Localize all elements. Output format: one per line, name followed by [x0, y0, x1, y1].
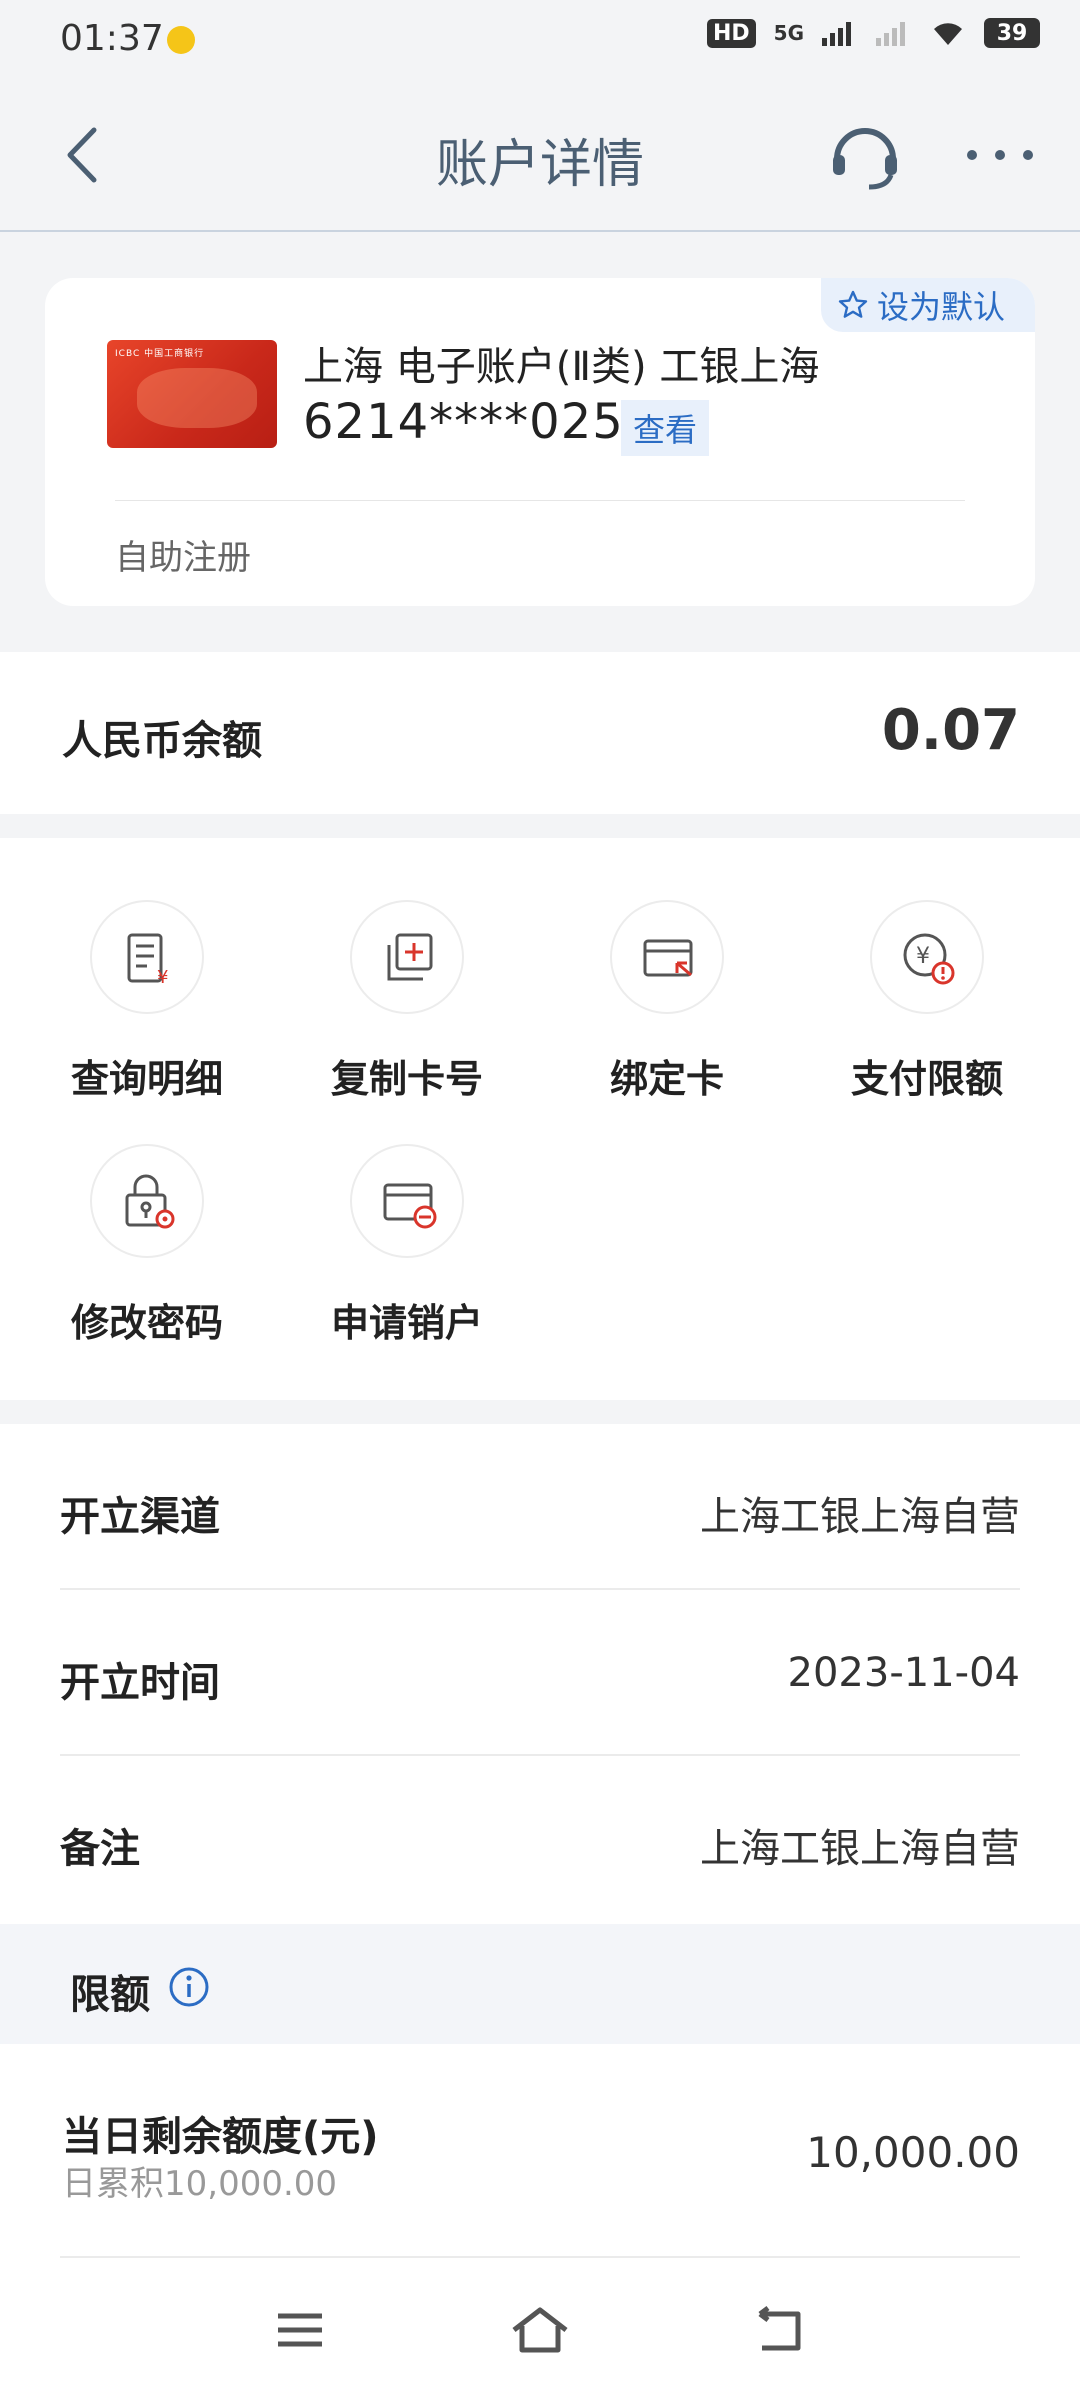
- customer-service-icon[interactable]: [825, 115, 905, 195]
- limit-divider: [60, 2256, 1020, 2258]
- action-copy-card[interactable]: 复制卡号: [277, 838, 537, 1101]
- page-title: 账户详情: [435, 135, 644, 195]
- set-default-button[interactable]: 设为默认: [820, 278, 1035, 332]
- account-info-section: 开立渠道 上海工银上海自营 开立时间 2023-11-04 备注 上海工银上海自…: [0, 1424, 1080, 1924]
- signal-weak-icon: [876, 22, 905, 46]
- info-row-open-date: 开立时间 2023-11-04: [60, 1590, 1020, 1756]
- info-label: 开立渠道: [60, 1494, 220, 1540]
- status-bar: 01:37 HD 5G 39: [0, 0, 1080, 80]
- limits-header: 限额: [0, 1924, 1080, 2044]
- action-grid: ¥ 查询明细 复制卡号 绑定卡 ¥ 支付限额 修改密码 申请销户: [0, 838, 1080, 1400]
- action-change-password[interactable]: 修改密码: [17, 1082, 277, 1345]
- balance-section: 人民币余额 0.07: [0, 652, 1080, 814]
- coin-notification-icon: [167, 26, 195, 54]
- account-card: 设为默认 ICBC 中国工商银行 上海 电子账户(Ⅱ类) 工银上海 6214**…: [45, 278, 1035, 606]
- home-icon[interactable]: [500, 2300, 580, 2360]
- nav-bar: 账户详情: [0, 80, 1080, 232]
- more-options-icon[interactable]: [960, 130, 1040, 180]
- info-value: 上海工银上海自营: [700, 1494, 1020, 1540]
- view-number-button[interactable]: 查看: [621, 400, 710, 456]
- battery-indicator: 39: [984, 18, 1040, 48]
- payment-limit-icon: ¥: [870, 900, 984, 1014]
- card-world-map: [137, 368, 257, 428]
- card-divider: [115, 500, 965, 501]
- daily-limit-value: 10,000.00: [806, 2128, 1020, 2177]
- info-label: 开立时间: [60, 1660, 220, 1706]
- action-bind-card[interactable]: 绑定卡: [537, 838, 797, 1101]
- info-value: 2023-11-04: [787, 1650, 1020, 1696]
- svg-text:¥: ¥: [916, 944, 930, 969]
- status-time: 01:37: [60, 18, 164, 59]
- back-icon[interactable]: [740, 2300, 820, 2360]
- hd-badge: HD: [706, 18, 756, 48]
- daily-limit-label: 当日剩余额度(元): [62, 2114, 379, 2160]
- copy-card-icon: [350, 900, 464, 1014]
- action-label: 申请销户: [330, 1301, 483, 1345]
- close-account-icon: [350, 1144, 464, 1258]
- limits-title: 限额: [70, 1972, 150, 2018]
- account-number: 6214****0251: [303, 394, 656, 450]
- transaction-detail-icon: ¥: [90, 900, 204, 1014]
- info-row-remark: 备注 上海工银上海自营: [60, 1756, 1020, 1922]
- system-nav-bar: [0, 2262, 1080, 2400]
- action-payment-limit[interactable]: ¥ 支付限额: [797, 838, 1057, 1101]
- star-icon: [838, 290, 868, 318]
- action-label: 修改密码: [70, 1301, 223, 1345]
- info-icon[interactable]: [168, 1966, 210, 2008]
- account-source: 自助注册: [115, 538, 251, 578]
- action-label: 支付限额: [850, 1057, 1003, 1101]
- bind-card-icon: [610, 900, 724, 1014]
- account-name: 上海 电子账户(Ⅱ类) 工银上海: [303, 344, 820, 390]
- card-brand-logo: ICBC 中国工商银行: [115, 349, 205, 359]
- menu-icon[interactable]: [260, 2300, 340, 2360]
- wifi-icon: [934, 23, 962, 45]
- action-label: 绑定卡: [609, 1057, 724, 1101]
- action-close-account[interactable]: 申请销户: [277, 1082, 537, 1345]
- info-row-channel: 开立渠道 上海工银上海自营: [60, 1424, 1020, 1590]
- action-transaction-detail[interactable]: ¥ 查询明细: [17, 838, 277, 1101]
- signal-icon: [822, 22, 851, 46]
- balance-label: 人民币余额: [62, 718, 262, 764]
- set-default-label: 设为默认: [876, 288, 1005, 326]
- change-password-icon: [90, 1144, 204, 1258]
- network-type: 5G: [773, 21, 804, 45]
- bank-card-image: ICBC 中国工商银行: [107, 340, 277, 448]
- balance-value: 0.07: [881, 698, 1020, 763]
- info-label: 备注: [60, 1826, 140, 1872]
- daily-limit-sub: 日累积10,000.00: [62, 2164, 338, 2204]
- info-value: 上海工银上海自营: [700, 1826, 1020, 1872]
- svg-text:¥: ¥: [157, 967, 168, 988]
- status-icons: HD 5G 39: [706, 18, 1040, 48]
